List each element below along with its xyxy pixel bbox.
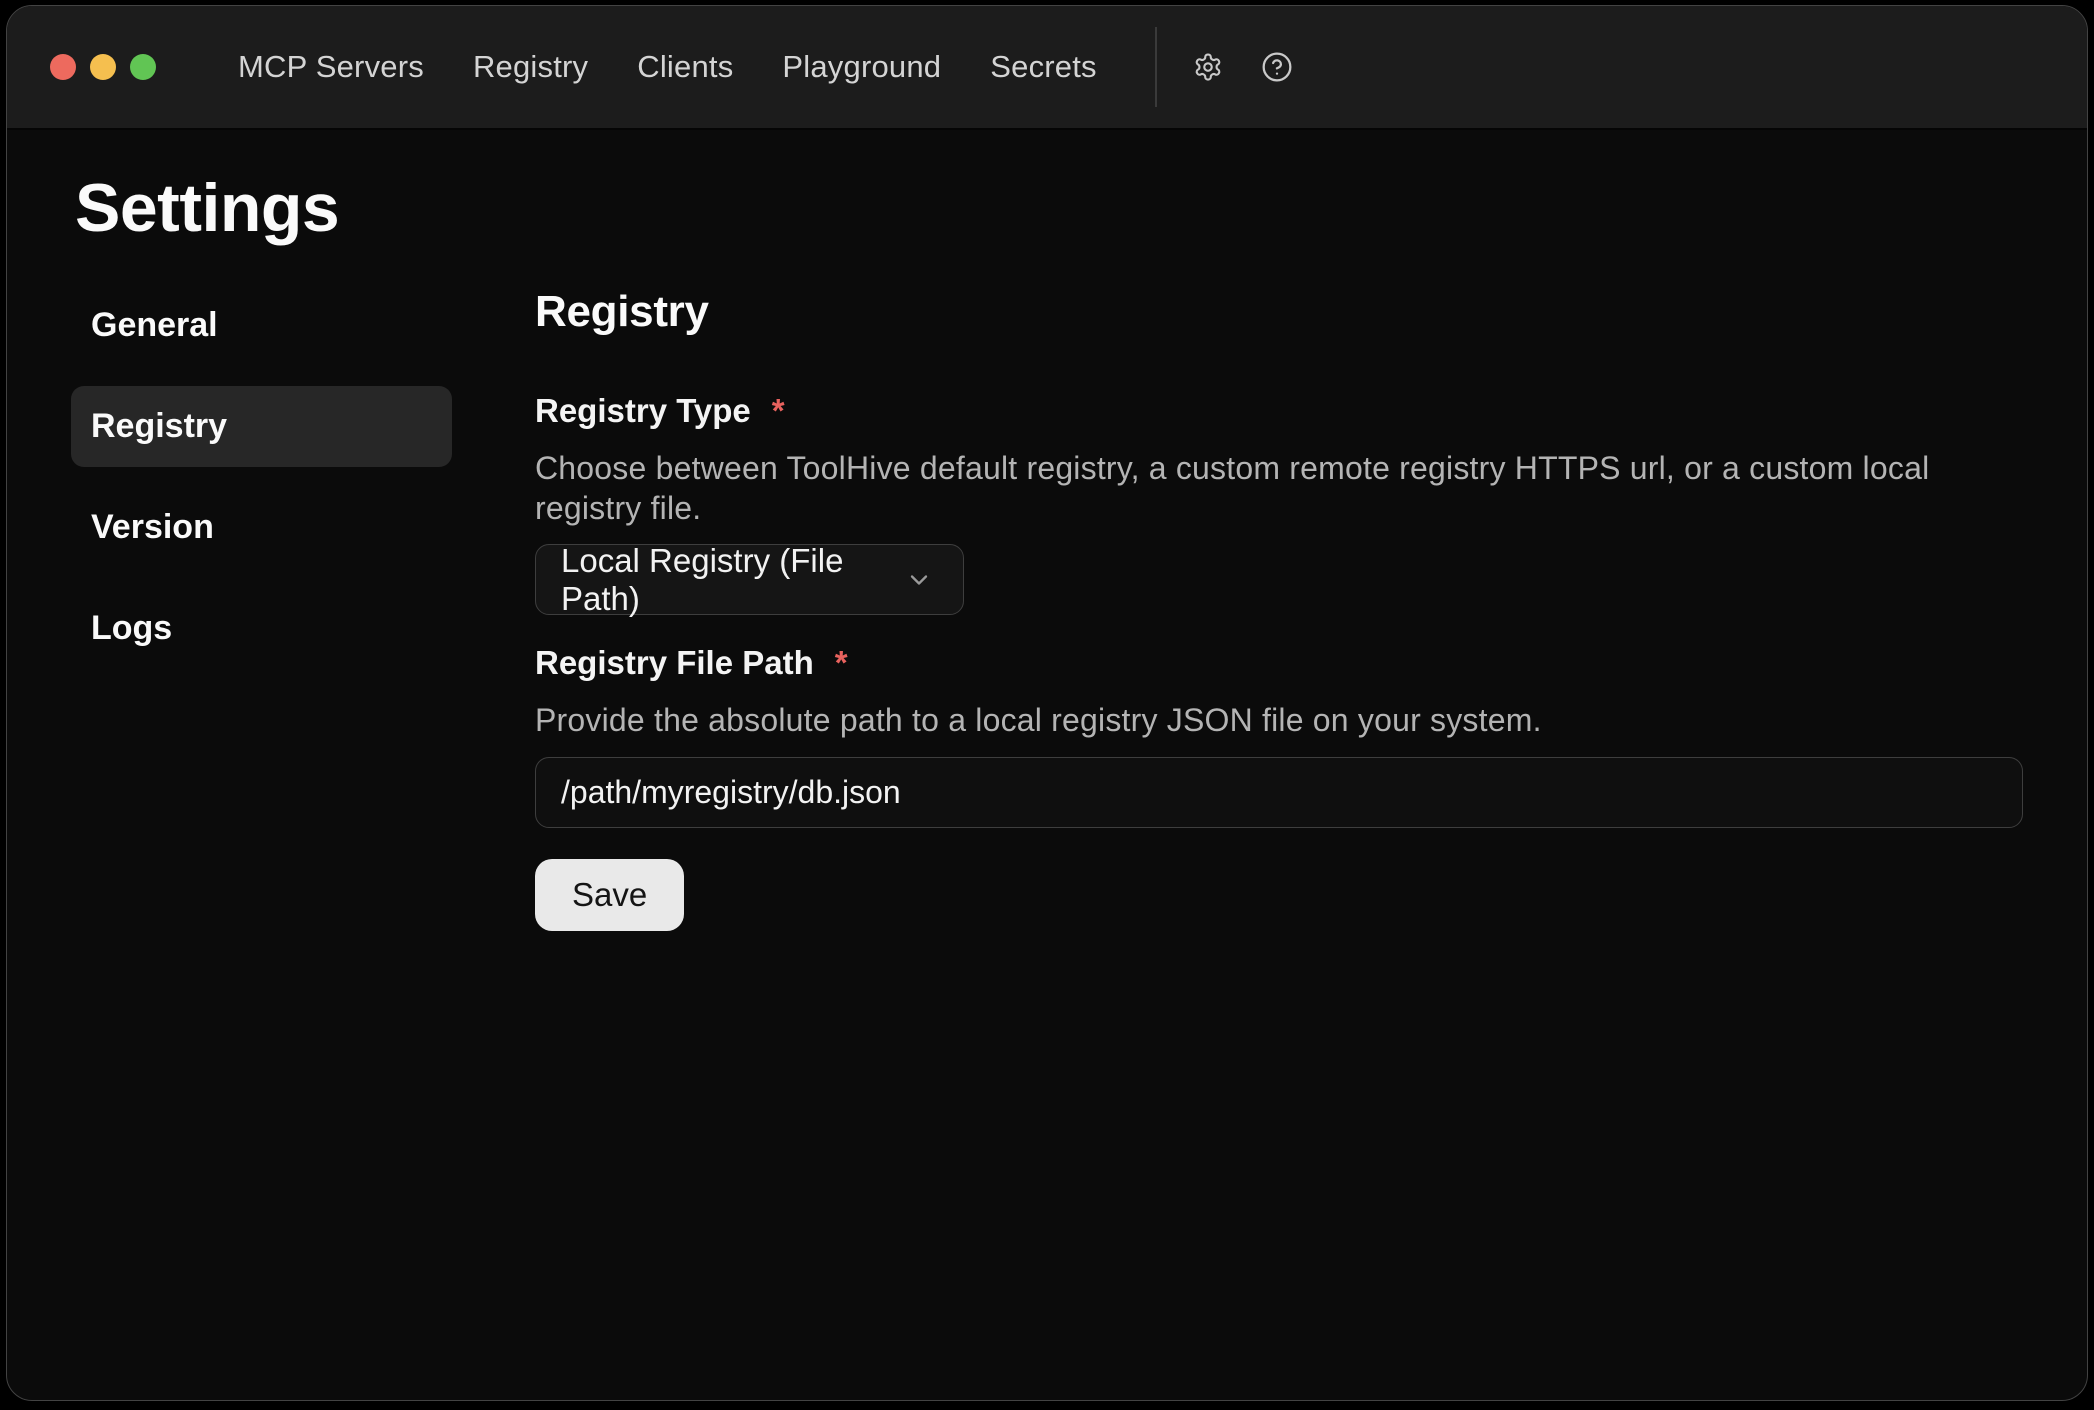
registry-settings-panel: Registry Registry Type * Choose between …	[535, 285, 2023, 931]
nav-item-secrets[interactable]: Secrets	[990, 49, 1097, 85]
nav-item-clients[interactable]: Clients	[637, 49, 733, 85]
registry-type-description: Choose between ToolHive default registry…	[535, 448, 2023, 528]
nav-item-playground[interactable]: Playground	[782, 49, 941, 85]
required-asterisk: *	[835, 643, 848, 683]
registry-type-select[interactable]: Local Registry (File Path)	[535, 544, 964, 615]
registry-file-path-input[interactable]	[535, 757, 2023, 828]
sidebar-item-general[interactable]: General	[71, 285, 452, 366]
titlebar-divider	[1155, 27, 1157, 107]
nav-item-mcp-servers[interactable]: MCP Servers	[238, 49, 424, 85]
sidebar-item-registry[interactable]: Registry	[71, 386, 452, 467]
sidebar-item-logs[interactable]: Logs	[71, 588, 452, 669]
sidebar-item-version[interactable]: Version	[71, 487, 452, 568]
minimize-window-button[interactable]	[90, 54, 116, 80]
registry-type-label: Registry Type	[535, 391, 751, 431]
settings-page: Settings General Registry Version Logs R…	[7, 130, 2087, 1400]
registry-file-path-description: Provide the absolute path to a local reg…	[535, 700, 2023, 740]
chevron-down-icon	[905, 566, 933, 594]
save-button[interactable]: Save	[535, 859, 684, 931]
help-icon[interactable]	[1261, 51, 1293, 83]
app-window: MCP Servers Registry Clients Playground …	[6, 5, 2088, 1401]
registry-type-selected-value: Local Registry (File Path)	[561, 542, 905, 618]
gear-icon[interactable]	[1193, 52, 1223, 82]
top-nav: MCP Servers Registry Clients Playground …	[238, 49, 1097, 85]
zoom-window-button[interactable]	[130, 54, 156, 80]
close-window-button[interactable]	[50, 54, 76, 80]
nav-item-registry[interactable]: Registry	[473, 49, 588, 85]
titlebar: MCP Servers Registry Clients Playground …	[7, 6, 2087, 130]
page-title: Settings	[75, 170, 2023, 246]
settings-sidebar: General Registry Version Logs	[71, 285, 452, 931]
traffic-lights	[50, 54, 156, 80]
registry-file-path-label: Registry File Path	[535, 643, 814, 683]
required-asterisk: *	[772, 391, 785, 431]
section-heading: Registry	[535, 285, 2023, 338]
